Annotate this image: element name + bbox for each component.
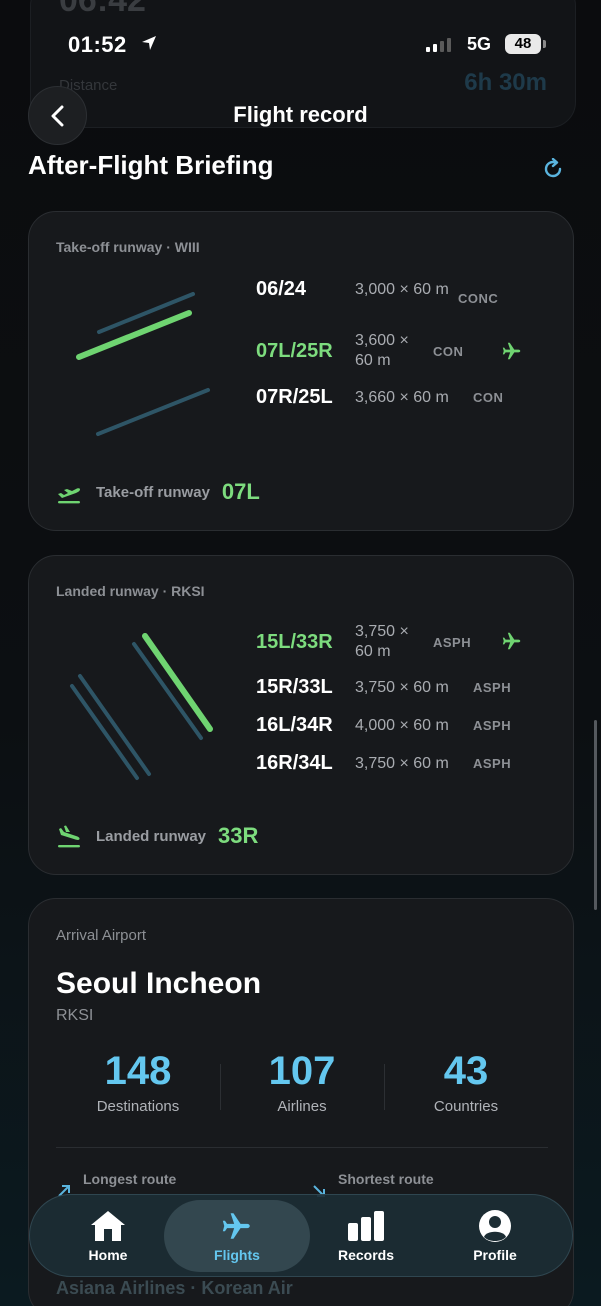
bar-chart-icon (348, 1211, 384, 1241)
landing-icon (58, 825, 80, 848)
runway-row: 07R/25L 3,660 × 60 m (256, 386, 449, 409)
takeoff-runway-footer: Take-off runway 07L (56, 479, 260, 505)
runway-name: 15L/33R (256, 630, 333, 653)
runway-dimensions: 3,000 × 60 m (355, 280, 449, 298)
runway-diagram (76, 292, 210, 436)
runway-surface: ASPH (473, 756, 512, 771)
runway-surface: ASPH (473, 718, 512, 733)
stat-label: Countries (433, 1098, 499, 1115)
runway-name: 06/24 (256, 278, 307, 300)
page-title: Flight record (233, 102, 368, 127)
runway-dimensions: 3,660 × 60 m (355, 388, 449, 406)
stat-value: 148 (104, 1049, 172, 1093)
shortest-route-label: Shortest route (338, 1171, 434, 1187)
airplane-icon (502, 632, 521, 650)
section-title: After-Flight Briefing (28, 150, 274, 180)
location-arrow-icon (142, 36, 156, 50)
runway-dimensions: 3,750 × 60 m (355, 754, 449, 772)
runway-name: 16L/34R (256, 714, 333, 736)
runway-surface: CON (433, 344, 464, 359)
runway-row-active: 07L/25R 3,600 × 60 m (256, 331, 425, 371)
battery-tip (543, 40, 546, 48)
runway-surface: ASPH (433, 635, 472, 650)
airport-code: RKSI (56, 1007, 94, 1024)
profile-icon (479, 1210, 511, 1242)
battery-icon: 48 (505, 34, 541, 54)
airplane-icon (222, 1213, 250, 1239)
runway-row: 16L/34R 4,000 × 60 m (256, 714, 449, 737)
divider (56, 1147, 548, 1148)
runway-row: 15R/33L 3,750 × 60 m (256, 676, 449, 699)
tab-flights[interactable]: Flights (164, 1200, 310, 1272)
runway-dimensions: 3,600 × 60 m (355, 332, 409, 369)
runway-surface: ASPH (473, 680, 512, 695)
network-type: 5G (467, 34, 492, 54)
tab-label: Flights (214, 1247, 260, 1263)
runway-row-active: 15L/33R 3,750 × 60 m (256, 622, 425, 662)
card-label: Landed runway · RKSI (56, 583, 205, 599)
airlines-peek-text: Asiana Airlines · Korean Air (56, 1278, 293, 1298)
runway-row: 16R/34L 3,750 × 60 m (256, 752, 449, 775)
home-icon (91, 1211, 125, 1241)
card-label: Arrival Airport (56, 927, 147, 944)
tab-home[interactable]: Home (44, 1195, 172, 1278)
longest-route-label: Longest route (83, 1171, 177, 1187)
footer-value: 07L (221, 479, 260, 504)
scrollbar[interactable] (594, 720, 597, 910)
runway-name: 07L/25R (256, 339, 333, 362)
stat-countries: 43 Countries (384, 1049, 548, 1115)
runway-dimensions: 4,000 × 60 m (355, 716, 449, 734)
footer-label: Landed runway (96, 827, 207, 845)
takeoff-icon (58, 488, 80, 504)
stat-value: 43 (443, 1049, 489, 1093)
tab-records[interactable]: Records (302, 1195, 430, 1278)
tab-bar: Home Flights Records Profile (29, 1194, 573, 1277)
stat-airlines: 107 Airlines (220, 1049, 384, 1115)
runway-dimensions: 3,750 × 60 m (355, 678, 449, 696)
takeoff-runway-card: Take-off runway · WIII 06/24 3,000 × 60 … (28, 211, 574, 531)
airport-name: Seoul Incheon (56, 967, 262, 1000)
status-bar: 01:52 5G 48 (0, 0, 601, 90)
runway-name: 16R/34L (256, 752, 333, 774)
runway-dimensions: 3,750 × 60 m (355, 623, 409, 660)
tab-label: Home (88, 1247, 128, 1263)
runway-row: 06/24 3,000 × 60 m (256, 278, 450, 301)
stat-destinations: 148 Destinations (56, 1049, 220, 1115)
footer-label: Take-off runway (96, 483, 210, 501)
refresh-icon[interactable] (542, 158, 564, 180)
runway-name: 07R/25L (256, 386, 333, 408)
runway-diagram (70, 633, 213, 780)
tab-label: Profile (473, 1247, 517, 1263)
landed-runway-card: Landed runway · RKSI 15L/33R 3,750 × 60 … (28, 555, 574, 875)
stat-value: 107 (268, 1049, 336, 1093)
runway-name: 15R/33L (256, 676, 333, 698)
tab-profile[interactable]: Profile (431, 1195, 559, 1278)
footer-value: 33R (218, 823, 259, 848)
airplane-icon (502, 342, 521, 360)
stat-label: Airlines (277, 1098, 327, 1115)
signal-icon (426, 36, 451, 52)
landed-runway-footer: Landed runway 33R (56, 823, 258, 849)
runway-surface: CON (473, 390, 504, 405)
card-label: Take-off runway · WIII (56, 239, 200, 255)
runway-surface: CONC (458, 291, 499, 306)
status-time: 01:52 (68, 32, 127, 57)
tab-label: Records (337, 1247, 395, 1263)
stat-label: Destinations (96, 1098, 180, 1115)
